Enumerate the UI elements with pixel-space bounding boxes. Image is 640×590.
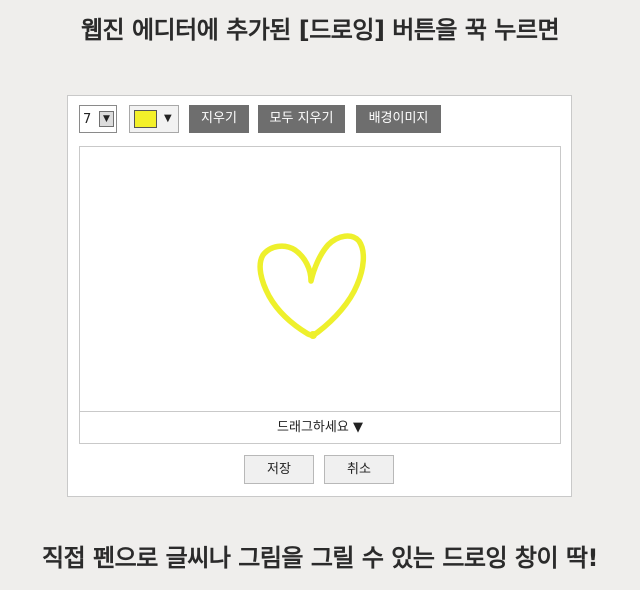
erase-button[interactable]: 지우기 bbox=[189, 105, 249, 133]
pen-size-select[interactable]: 7 ▼ bbox=[79, 105, 117, 133]
pen-size-value: 7 bbox=[83, 112, 92, 127]
drawing-canvas[interactable] bbox=[79, 146, 561, 444]
heart-drawing bbox=[257, 233, 367, 339]
background-image-button[interactable]: 배경이미지 bbox=[356, 105, 441, 133]
headline-bottom: 직접 펜으로 글씨나 그림을 그릴 수 있는 드로잉 창이 딱! bbox=[42, 544, 598, 572]
headline-top: 웹진 에디터에 추가된 [드로잉] 버튼을 꾹 누르면 bbox=[80, 16, 560, 44]
erase-all-button[interactable]: 모두 지우기 bbox=[258, 105, 345, 133]
heart-stroke bbox=[257, 233, 367, 338]
drawing-dialog: 7 ▼ ▼ 지우기 모두 지우기 배경이미지 드래그하세요 ▼ 저장 취소 bbox=[67, 95, 572, 497]
drag-hint: 드래그하세요 ▼ bbox=[79, 411, 561, 444]
chevron-down-icon[interactable]: ▼ bbox=[99, 111, 114, 127]
heart-stroke-end bbox=[309, 331, 317, 339]
save-button[interactable]: 저장 bbox=[244, 455, 314, 484]
caret-down-icon: ▼ bbox=[164, 113, 172, 124]
pen-color-picker[interactable]: ▼ bbox=[129, 105, 179, 133]
color-swatch bbox=[134, 110, 157, 128]
cancel-button[interactable]: 취소 bbox=[324, 455, 394, 484]
